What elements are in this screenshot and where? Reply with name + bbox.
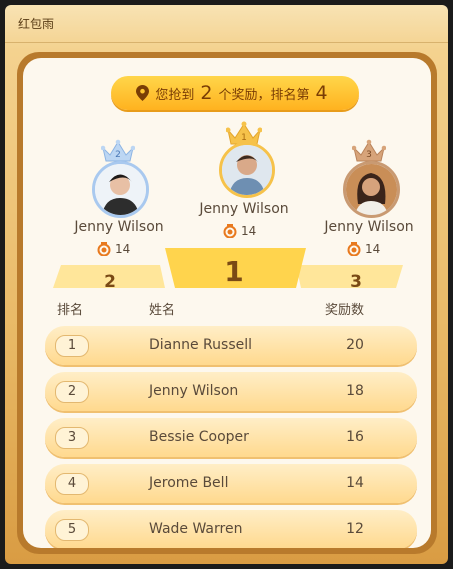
medal-icon bbox=[223, 224, 237, 238]
row-rank: 5 bbox=[55, 519, 89, 541]
third-place-name: Jenny Wilson bbox=[324, 219, 414, 235]
second-place-name: Jenny Wilson bbox=[74, 219, 164, 235]
my-rank-banner: 您抢到 2 个奖励，排名第 4 bbox=[111, 76, 359, 110]
podium-second-number: 2 bbox=[104, 272, 116, 292]
leaderboard-content: 您抢到 2 个奖励，排名第 4 1 2 3 Jenny Wilson 14 Je… bbox=[23, 58, 431, 548]
location-pin-icon bbox=[136, 85, 150, 101]
row-name: Dianne Russell bbox=[149, 337, 253, 353]
banner-prefix: 您抢到 bbox=[155, 87, 195, 103]
row-rank: 1 bbox=[55, 335, 89, 357]
leaderboard-panel: 您抢到 2 个奖励，排名第 4 1 2 3 Jenny Wilson 14 Je… bbox=[17, 52, 437, 554]
header-reward: 奖励数 bbox=[325, 303, 365, 318]
svg-text:2: 2 bbox=[115, 150, 121, 160]
row-name: Jenny Wilson bbox=[149, 383, 239, 399]
window-title: 红包雨 bbox=[18, 17, 55, 31]
podium-third-number: 3 bbox=[350, 272, 362, 292]
banner-rank: 4 bbox=[315, 82, 328, 104]
row-name: Bessie Cooper bbox=[149, 429, 249, 445]
podium-first-number: 1 bbox=[224, 255, 244, 288]
first-place-name: Jenny Wilson bbox=[199, 201, 289, 217]
title-bar: 红包雨 bbox=[5, 5, 448, 43]
row-score: 20 bbox=[346, 337, 364, 353]
banner-count: 2 bbox=[200, 82, 213, 104]
app-window: 红包雨 您抢到 2 个奖励，排名第 4 1 2 3 Jenny Wilson 1… bbox=[5, 5, 448, 564]
list-item[interactable]: 2 Jenny Wilson 18 bbox=[45, 372, 417, 411]
row-name: Jerome Bell bbox=[149, 475, 229, 491]
silver-crown-icon: 2 bbox=[101, 139, 135, 162]
row-rank: 2 bbox=[55, 381, 89, 403]
row-rank: 3 bbox=[55, 427, 89, 449]
row-score: 12 bbox=[346, 521, 364, 537]
list-item[interactable]: 4 Jerome Bell 14 bbox=[45, 464, 417, 503]
first-place-score-value: 14 bbox=[241, 224, 257, 238]
svg-text:3: 3 bbox=[366, 150, 372, 160]
avatar-first[interactable] bbox=[219, 142, 275, 198]
row-name: Wade Warren bbox=[149, 521, 243, 537]
row-score: 18 bbox=[346, 383, 364, 399]
list-item[interactable]: 5 Wade Warren 12 bbox=[45, 510, 417, 548]
row-score: 16 bbox=[346, 429, 364, 445]
banner-middle: 个奖励，排名第 bbox=[218, 87, 310, 103]
header-rank: 排名 bbox=[57, 303, 84, 318]
avatar-third[interactable] bbox=[343, 161, 400, 218]
bronze-crown-icon: 3 bbox=[352, 139, 386, 162]
avatar-second[interactable] bbox=[92, 161, 149, 218]
first-place-score: 14 bbox=[223, 224, 256, 238]
header-name: 姓名 bbox=[149, 303, 176, 318]
row-rank: 4 bbox=[55, 473, 89, 495]
list-item[interactable]: 1 Dianne Russell 20 bbox=[45, 326, 417, 365]
row-score: 14 bbox=[346, 475, 364, 491]
list-item[interactable]: 3 Bessie Cooper 16 bbox=[45, 418, 417, 457]
